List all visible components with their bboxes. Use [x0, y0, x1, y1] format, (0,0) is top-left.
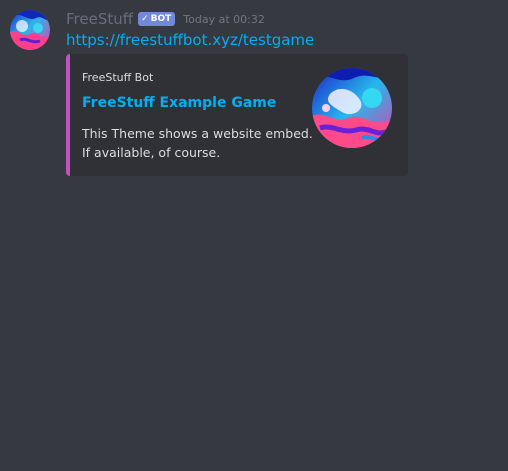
user-avatar[interactable] [10, 10, 50, 50]
embed-thumbnail[interactable] [312, 68, 392, 148]
embed-description: This Theme shows a website embed. If ava… [82, 124, 313, 162]
check-icon: ✓ [141, 14, 149, 24]
embed-description-line: If available, of course. [82, 145, 221, 160]
bot-badge-label: BOT [150, 14, 172, 24]
embed-title-link[interactable]: FreeStuff Example Game [82, 95, 276, 111]
chat-message: FreeStuff ✓ BOT Today at 00:32 https://f… [0, 0, 508, 190]
message-timestamp[interactable]: Today at 00:32 [183, 13, 265, 26]
embed-author: FreeStuff Bot [82, 71, 154, 84]
link-embed: FreeStuff Bot FreeStuff Example Game Thi… [66, 54, 408, 176]
message-link[interactable]: https://freestuffbot.xyz/testgame [66, 31, 314, 49]
username[interactable]: FreeStuff [66, 10, 133, 28]
bot-badge: ✓ BOT [138, 12, 176, 26]
message-header: FreeStuff ✓ BOT Today at 00:32 [66, 9, 265, 29]
embed-description-line: This Theme shows a website embed. [82, 126, 313, 141]
